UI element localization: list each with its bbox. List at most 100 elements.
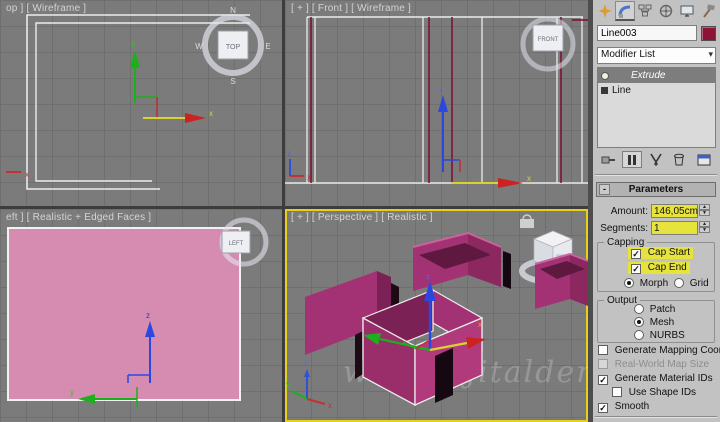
modifier-stack: Extrude Line [597, 67, 716, 148]
create-icon [598, 4, 612, 18]
use-shape-ids-checkbox[interactable]: Use Shape IDs [612, 387, 696, 398]
axis-z-label: z [304, 359, 308, 368]
tab-modify[interactable] [615, 1, 635, 21]
stack-item-label[interactable]: Line [612, 85, 631, 96]
modifier-list-dropdown[interactable]: Modifier List ▾ [597, 47, 716, 64]
viewport-top[interactable]: op ] [ Wireframe ] y x x TOP N W E S [0, 0, 282, 206]
tab-display[interactable] [677, 1, 697, 21]
amount-field[interactable]: 146,05cm [651, 204, 698, 218]
viewcube-face-label[interactable]: FRONT [538, 37, 559, 43]
trash-icon [674, 153, 684, 166]
cap-end-checkbox[interactable]: Cap End [628, 262, 690, 274]
collapse-button[interactable]: - [599, 184, 610, 195]
mesh-label[interactable]: Mesh [650, 317, 674, 328]
configure-modifier-sets-button[interactable] [694, 151, 714, 168]
remove-modifier-button[interactable] [669, 151, 689, 168]
checkbox-icon[interactable] [598, 403, 608, 413]
pin-stack-button[interactable] [598, 151, 618, 168]
checkbox-icon[interactable] [598, 375, 608, 385]
utilities-icon [703, 4, 715, 18]
tab-create[interactable] [595, 1, 615, 21]
viewport-top-canvas[interactable]: y x x TOP N W E S [0, 0, 282, 206]
wireframe-plan[interactable] [26, 14, 250, 190]
viewport-top-label[interactable]: op ] [ Wireframe ] [6, 3, 86, 14]
radio-icon[interactable] [634, 330, 644, 340]
nurbs-label[interactable]: NURBS [650, 330, 685, 341]
compass-s[interactable]: S [230, 77, 235, 86]
patch-label[interactable]: Patch [650, 304, 676, 315]
parameters-rollout-header[interactable]: - Parameters [596, 182, 716, 197]
show-end-result-button[interactable] [622, 151, 642, 168]
viewcube[interactable]: FRONT [520, 16, 576, 72]
amount-label: Amount: [610, 206, 648, 217]
mesh-radio[interactable]: Mesh [634, 317, 674, 328]
viewport-front[interactable]: [ + ] [ Front ] [ Wireframe ] z x x z FR… [285, 0, 588, 206]
shape-icon [601, 87, 608, 94]
cap-end-label[interactable]: Cap End [648, 262, 687, 273]
transform-gizmo[interactable]: y x [130, 39, 213, 123]
stack-item-extrude[interactable]: Extrude [598, 68, 715, 83]
compass-e[interactable]: E [265, 42, 270, 51]
amount-spinner[interactable]: ▲ ▼ [699, 204, 710, 217]
viewport-left-canvas[interactable]: z y LEFT [0, 209, 282, 422]
viewport-front-canvas[interactable]: z x x z FRONT [285, 0, 588, 206]
checkbox-label[interactable]: Generate Material IDs [615, 373, 713, 384]
radio-icon[interactable] [634, 317, 644, 327]
tab-motion[interactable] [656, 1, 676, 21]
tab-utilities[interactable] [698, 1, 718, 21]
gizmo-x-label: x [478, 320, 482, 329]
compass-w[interactable]: W [195, 42, 203, 51]
viewport-front-label[interactable]: [ + ] [ Front ] [ Wireframe ] [291, 3, 411, 14]
tab-hierarchy[interactable] [635, 1, 655, 21]
stack-item-label[interactable]: Extrude [631, 70, 665, 81]
checkbox-icon[interactable] [631, 264, 641, 274]
nurbs-radio[interactable]: NURBS [634, 330, 685, 341]
viewport-left[interactable]: eft ] [ Realistic + Edged Faces ] z y LE… [0, 209, 282, 422]
object-color-swatch[interactable] [701, 26, 716, 41]
motion-icon [659, 4, 673, 18]
viewcube-face-label[interactable]: LEFT [229, 241, 244, 247]
patch-radio[interactable]: Patch [634, 304, 675, 315]
object-name-input[interactable] [597, 25, 697, 41]
gizmo-y-label: y [70, 388, 74, 397]
checkbox-label[interactable]: Smooth [615, 401, 649, 412]
checkbox-label[interactable]: Use Shape IDs [629, 387, 696, 398]
checkbox-icon[interactable] [612, 387, 622, 397]
viewcube-face-label[interactable]: TOP [226, 44, 241, 51]
radio-icon[interactable] [624, 278, 634, 288]
make-unique-button[interactable] [646, 151, 666, 168]
checkbox-icon[interactable] [598, 345, 608, 355]
viewport-perspective[interactable]: www.dijitalders [ + ] [ Perspective ] [ … [285, 209, 588, 422]
modifier-list-label: Modifier List [601, 49, 655, 60]
checkbox-icon[interactable] [631, 249, 641, 259]
cap-start-label[interactable]: Cap Start [648, 247, 690, 258]
chevron-down-icon[interactable]: ▾ [708, 49, 713, 60]
radio-icon[interactable] [634, 304, 644, 314]
viewport-perspective-label[interactable]: [ + ] [ Perspective ] [ Realistic ] [291, 212, 433, 223]
compass-n[interactable]: N [230, 6, 236, 15]
generate-mapping-coords-checkbox[interactable]: Generate Mapping Coords. [598, 345, 720, 356]
stack-item-line[interactable]: Line [598, 83, 715, 98]
morph-radio[interactable]: Morph [624, 278, 668, 289]
viewport-left-label[interactable]: eft ] [ Realistic + Edged Faces ] [6, 212, 151, 223]
segments-field[interactable]: 1 [651, 221, 698, 235]
generate-material-ids-checkbox[interactable]: Generate Material IDs [598, 373, 713, 385]
extruded-wall-side[interactable] [7, 227, 241, 401]
axis-x-label: x [328, 401, 332, 410]
radio-icon[interactable] [674, 278, 684, 288]
smooth-checkbox[interactable]: Smooth [598, 401, 649, 413]
cap-start-checkbox[interactable]: Cap Start [628, 247, 694, 259]
morph-label[interactable]: Morph [640, 278, 668, 289]
segments-spinner[interactable]: ▲ ▼ [699, 221, 710, 234]
viewport-perspective-canvas[interactable]: FRONT z x z y x [285, 209, 588, 422]
spinner-down-icon[interactable]: ▼ [699, 210, 710, 216]
checkbox-label[interactable]: Generate Mapping Coords. [615, 345, 720, 356]
viewcube[interactable]: LEFT [219, 217, 269, 267]
lightbulb-icon[interactable] [601, 71, 609, 80]
axis-indicator: x [6, 170, 29, 179]
gizmo-z-label: z [426, 274, 430, 281]
grid-label[interactable]: Grid [690, 278, 709, 289]
viewcube[interactable]: TOP N W E S [195, 6, 270, 86]
spinner-down-icon[interactable]: ▼ [699, 227, 710, 233]
grid-radio[interactable]: Grid [674, 278, 709, 289]
